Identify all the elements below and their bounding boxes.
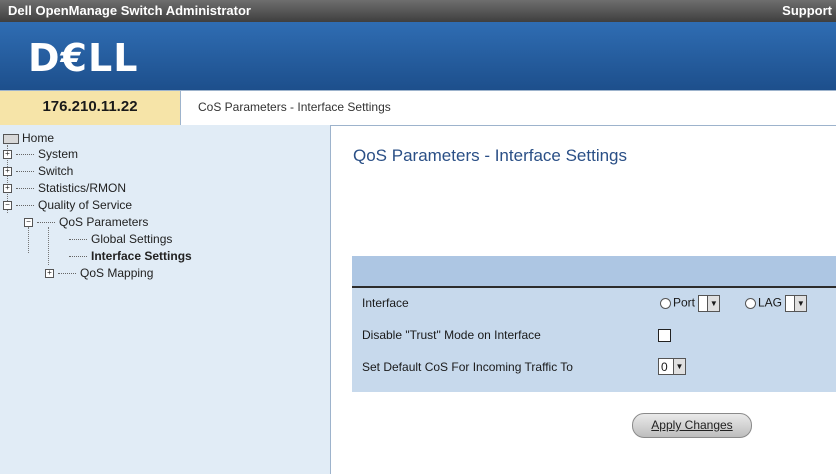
tree-connector [16, 171, 34, 173]
tree-item-switch[interactable]: + Switch [3, 164, 73, 178]
interface-row: Interface Port ▼ LAG ▼ [352, 290, 836, 316]
tree-item-statistics[interactable]: + Statistics/RMON [3, 181, 126, 195]
dell-banner: D€LL [0, 22, 836, 90]
tree-line [48, 227, 49, 265]
tree-item-interface-settings[interactable]: Interface Settings [69, 249, 192, 263]
default-cos-row: Set Default CoS For Incoming Traffic To … [352, 354, 836, 380]
lag-radio[interactable] [745, 298, 756, 309]
default-cos-label: Set Default CoS For Incoming Traffic To [362, 360, 573, 374]
disable-trust-label: Disable "Trust" Mode on Interface [362, 328, 541, 342]
tree-line [28, 227, 29, 253]
tree-label: Home [22, 131, 55, 145]
port-label: Port [673, 295, 696, 310]
home-icon [3, 133, 19, 144]
tree-connector [16, 188, 34, 190]
navigation-tree: Home + System + Switch + Statistics/RMON − Q… [0, 125, 331, 474]
expand-icon[interactable]: + [3, 150, 12, 160]
tree-item-qos-parameters[interactable]: − QoS Parameters [24, 215, 148, 229]
chevron-down-icon: ▼ [673, 359, 685, 374]
collapse-icon[interactable]: − [24, 218, 33, 228]
disable-trust-row: Disable "Trust" Mode on Interface [352, 322, 836, 348]
disable-trust-checkbox[interactable] [658, 329, 671, 342]
expand-icon[interactable]: + [3, 167, 12, 177]
port-radio[interactable] [660, 298, 671, 309]
settings-panel: Interface Port ▼ LAG ▼ Disable "Trust" M… [352, 256, 836, 392]
tree-label: Interface Settings [91, 249, 192, 263]
tree-connector [37, 222, 55, 224]
tree-label: Global Settings [91, 232, 173, 246]
expand-icon[interactable]: + [3, 184, 12, 194]
default-cos-value: 0 [661, 360, 668, 374]
port-select[interactable]: ▼ [698, 295, 721, 312]
panel-header [352, 256, 836, 288]
default-cos-select[interactable]: 0 ▼ [658, 358, 686, 375]
tree-connector [69, 256, 87, 258]
dell-logo: D€LL [28, 36, 139, 80]
lag-label: LAG [758, 295, 783, 310]
tree-label: System [38, 147, 79, 161]
expand-icon[interactable]: + [45, 269, 54, 279]
apply-changes-button[interactable]: Apply Changes [632, 413, 752, 438]
tree-label: Statistics/RMON [38, 181, 127, 195]
support-link[interactable]: Support [782, 3, 832, 18]
tree-item-qos[interactable]: − Quality of Service [3, 198, 132, 212]
chevron-down-icon: ▼ [707, 296, 720, 311]
header-bar: 176.210.11.22 CoS Parameters - Interface… [0, 90, 836, 126]
title-bar: Dell OpenManage Switch Administrator Sup… [0, 0, 836, 22]
tree-connector [58, 273, 76, 275]
tree-connector [16, 154, 34, 156]
tree-label: QoS Mapping [80, 266, 154, 280]
tree-label: QoS Parameters [59, 215, 149, 229]
tree-label: Switch [38, 164, 74, 178]
tree-item-global-settings[interactable]: Global Settings [69, 232, 172, 246]
tree-connector [16, 205, 34, 207]
tree-connector [69, 239, 87, 241]
breadcrumb: CoS Parameters - Interface Settings [198, 100, 391, 114]
device-ip: 176.210.11.22 [0, 91, 181, 125]
interface-label: Interface [362, 296, 409, 310]
tree-item-qos-mapping[interactable]: + QoS Mapping [45, 266, 153, 280]
tree-item-home[interactable]: Home [3, 131, 54, 145]
tree-label: Quality of Service [38, 198, 133, 212]
app-title: Dell OpenManage Switch Administrator [8, 3, 251, 18]
page-title: QoS Parameters - Interface Settings [353, 146, 628, 165]
tree-item-system[interactable]: + System [3, 147, 78, 161]
lag-select[interactable]: ▼ [785, 295, 808, 312]
collapse-icon[interactable]: − [3, 201, 12, 211]
chevron-down-icon: ▼ [794, 296, 807, 311]
port-option[interactable]: Port ▼ [660, 295, 721, 312]
lag-option[interactable]: LAG ▼ [745, 295, 808, 312]
